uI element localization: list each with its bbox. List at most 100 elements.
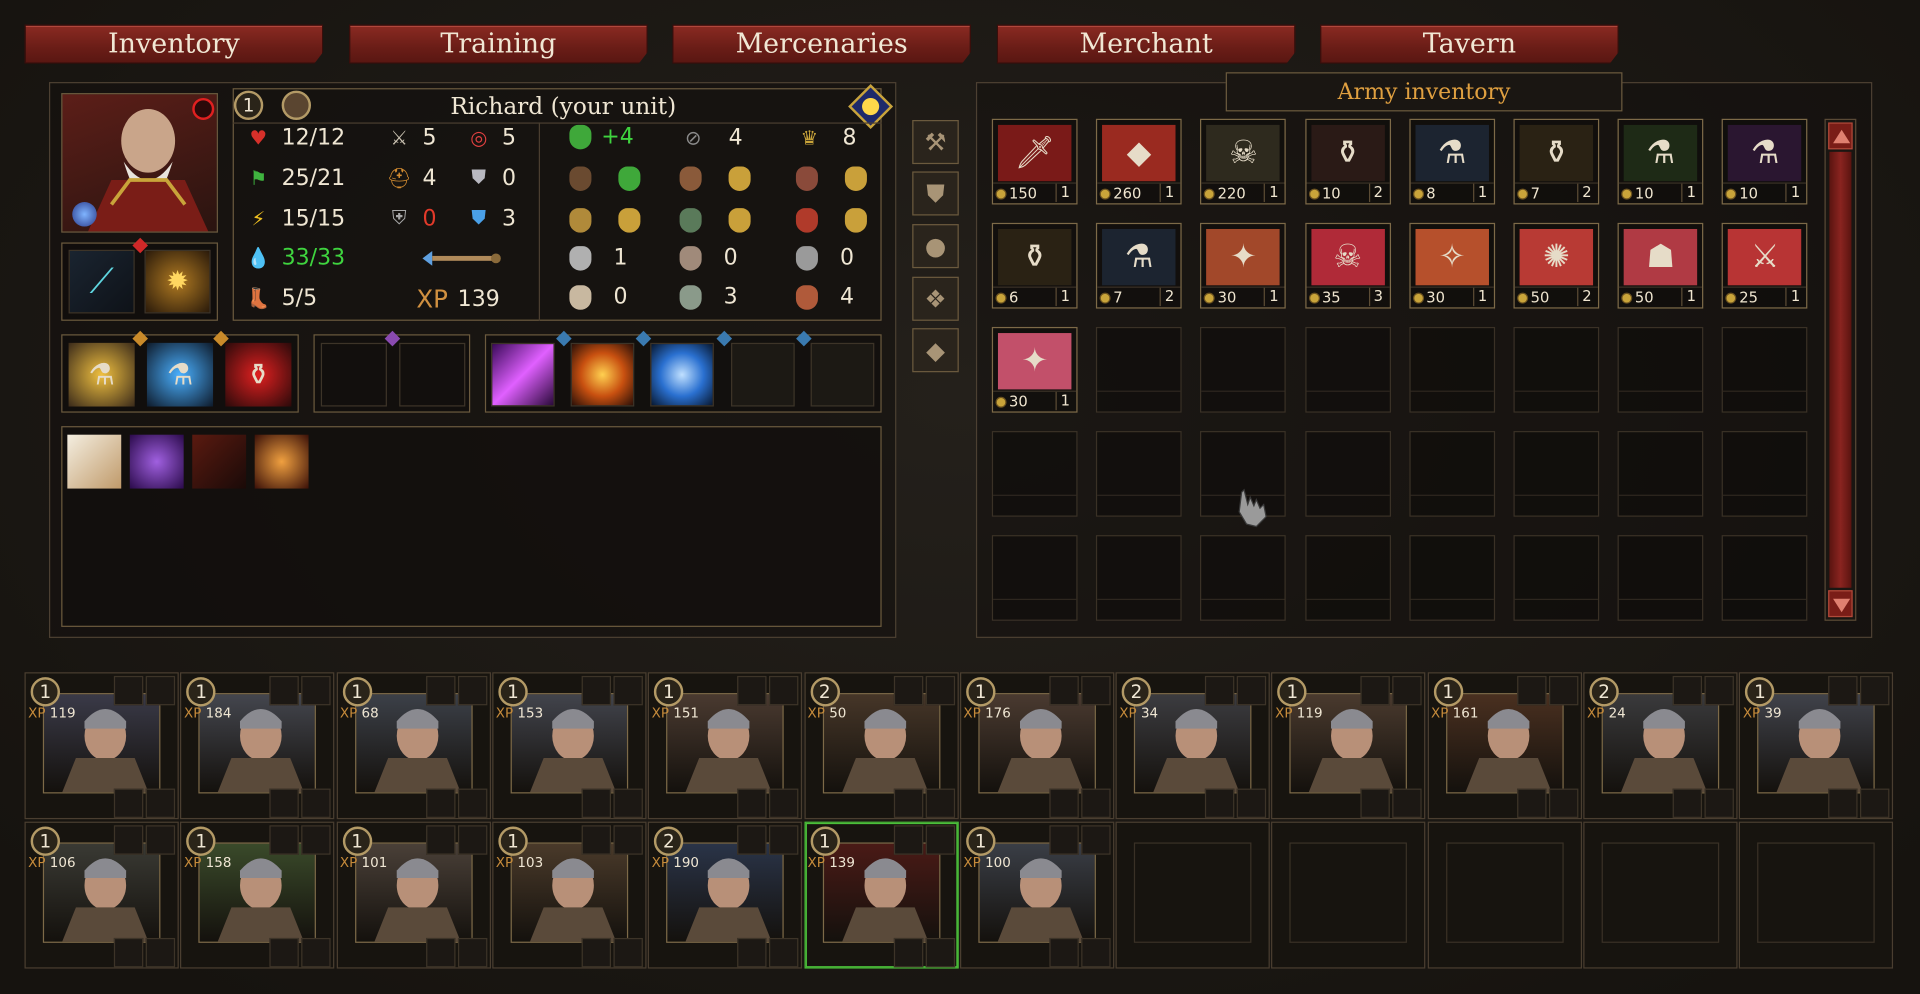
unit-item-slot[interactable]	[1392, 788, 1423, 818]
empty-inventory-slot[interactable]	[1513, 535, 1600, 621]
filter-potions-button[interactable]: ❖	[912, 276, 959, 321]
unit-item-slot[interactable]	[269, 825, 300, 855]
inventory-item-slot[interactable]: ✧ 30 1	[1409, 222, 1495, 309]
empty-inventory-slot[interactable]	[991, 431, 1078, 517]
unit-item-slot[interactable]	[1548, 788, 1578, 818]
unit-item-slot[interactable]	[269, 675, 300, 706]
ability-icon[interactable]	[254, 434, 309, 489]
unit-item-slot[interactable]	[457, 937, 487, 968]
empty-inventory-slot[interactable]	[1617, 431, 1704, 517]
inventory-item-slot[interactable]: ⚔ 25 1	[1722, 222, 1808, 309]
unit-card[interactable]: 1 XP 184	[180, 672, 335, 820]
unit-item-slot[interactable]	[301, 788, 331, 818]
unit-item-slot[interactable]	[737, 937, 767, 968]
lantern-icon[interactable]: ✹	[144, 249, 211, 314]
unit-item-slot[interactable]	[1392, 675, 1423, 706]
unit-card[interactable]: 1 XP 139	[803, 821, 959, 969]
unit-item-slot[interactable]	[1049, 788, 1079, 818]
inventory-item-slot[interactable]: ✦ 30 1	[1200, 222, 1287, 309]
unit-item-slot[interactable]	[1704, 788, 1734, 818]
empty-inventory-slot[interactable]	[1096, 431, 1182, 517]
unit-item-slot[interactable]	[425, 825, 456, 855]
unit-item-slot[interactable]	[1704, 675, 1734, 706]
unit-item-slot[interactable]	[893, 675, 923, 706]
unit-item-slot[interactable]	[113, 788, 144, 818]
unit-item-slot[interactable]	[425, 675, 456, 706]
unit-card[interactable]: 2 XP 190	[647, 821, 803, 969]
unit-item-slot[interactable]	[893, 937, 923, 968]
unit-item-slot[interactable]	[613, 937, 643, 968]
unit-item-slot[interactable]	[1360, 788, 1391, 818]
unit-item-slot[interactable]	[1080, 825, 1111, 855]
unit-item-slot[interactable]	[1049, 675, 1079, 706]
unit-item-slot[interactable]	[425, 788, 456, 818]
unit-item-slot[interactable]	[893, 825, 923, 855]
spell-beam-icon[interactable]	[491, 342, 555, 407]
unit-item-slot[interactable]	[893, 788, 923, 818]
unit-item-slot[interactable]	[737, 675, 767, 706]
unit-item-slot[interactable]	[1080, 788, 1111, 818]
unit-item-slot[interactable]	[1672, 788, 1703, 818]
inventory-item-slot[interactable]: ⚗ 7 2	[1096, 222, 1182, 309]
tab-tavern[interactable]: Tavern	[1320, 24, 1619, 64]
empty-unit-slot[interactable]	[1739, 821, 1894, 969]
inventory-item-slot[interactable]: 🗡 150 1	[991, 118, 1078, 205]
unit-card[interactable]: 1 XP 176	[959, 672, 1115, 820]
unit-card[interactable]: 1 XP 68	[336, 672, 491, 820]
unit-card[interactable]: 2 XP 50	[803, 672, 959, 820]
unit-item-slot[interactable]	[457, 825, 487, 855]
unit-item-slot[interactable]	[113, 937, 144, 968]
filter-weapons-button[interactable]: ⚒	[912, 120, 959, 165]
hero-portrait[interactable]	[61, 93, 218, 233]
empty-inventory-slot[interactable]	[1409, 326, 1495, 413]
empty-inventory-slot[interactable]	[1617, 535, 1704, 621]
unit-item-slot[interactable]	[925, 937, 955, 968]
empty-inventory-slot[interactable]	[1409, 535, 1495, 621]
empty-inventory-slot[interactable]	[1513, 326, 1600, 413]
unit-item-slot[interactable]	[613, 788, 643, 818]
empty-slot[interactable]	[320, 342, 387, 407]
empty-inventory-slot[interactable]	[1096, 326, 1182, 413]
inventory-item-slot[interactable]: ✺ 50 2	[1513, 222, 1600, 309]
unit-card[interactable]: 1 XP 39	[1739, 672, 1894, 820]
unit-item-slot[interactable]	[1828, 788, 1858, 818]
inventory-item-slot[interactable]: ⚱ 7 2	[1513, 118, 1600, 205]
unit-item-slot[interactable]	[1080, 937, 1111, 968]
ability-icon[interactable]	[129, 434, 184, 489]
empty-unit-slot[interactable]	[1115, 821, 1270, 969]
unit-item-slot[interactable]	[1860, 675, 1890, 706]
unit-item-slot[interactable]	[301, 825, 331, 855]
unit-item-slot[interactable]	[581, 675, 611, 706]
unit-item-slot[interactable]	[925, 825, 955, 855]
unit-item-slot[interactable]	[1516, 788, 1547, 818]
spell-lightning-icon[interactable]	[650, 342, 714, 407]
tab-mercenaries[interactable]: Mercenaries	[672, 24, 972, 64]
unit-item-slot[interactable]	[269, 788, 300, 818]
inventory-item-slot[interactable]: ⚗ 10 1	[1722, 118, 1808, 205]
unit-item-slot[interactable]	[769, 937, 799, 968]
empty-inventory-slot[interactable]	[1722, 326, 1808, 413]
unit-item-slot[interactable]	[1360, 675, 1391, 706]
inventory-item-slot[interactable]: ☠ 220 1	[1200, 118, 1287, 205]
tab-training[interactable]: Training	[348, 24, 648, 64]
unit-item-slot[interactable]	[113, 675, 144, 706]
unit-card[interactable]: 1 XP 103	[492, 821, 647, 969]
unit-item-slot[interactable]	[1672, 675, 1703, 706]
empty-inventory-slot[interactable]	[1200, 326, 1287, 413]
unit-item-slot[interactable]	[613, 675, 643, 706]
unit-card[interactable]: 1 XP 151	[647, 672, 803, 820]
empty-inventory-slot[interactable]	[1304, 431, 1391, 517]
unit-item-slot[interactable]	[613, 825, 643, 855]
empty-inventory-slot[interactable]	[1513, 431, 1600, 517]
unit-item-slot[interactable]	[145, 788, 176, 818]
inventory-item-slot[interactable]: ◆ 260 1	[1096, 118, 1182, 205]
unit-item-slot[interactable]	[145, 825, 176, 855]
unit-item-slot[interactable]	[737, 825, 767, 855]
unit-item-slot[interactable]	[113, 825, 144, 855]
spell-explosion-icon[interactable]	[570, 342, 635, 407]
empty-slot[interactable]	[399, 342, 466, 407]
unit-item-slot[interactable]	[925, 675, 955, 706]
empty-unit-slot[interactable]	[1427, 821, 1582, 969]
unit-card[interactable]: 2 XP 34	[1115, 672, 1270, 820]
unit-item-slot[interactable]	[769, 675, 799, 706]
